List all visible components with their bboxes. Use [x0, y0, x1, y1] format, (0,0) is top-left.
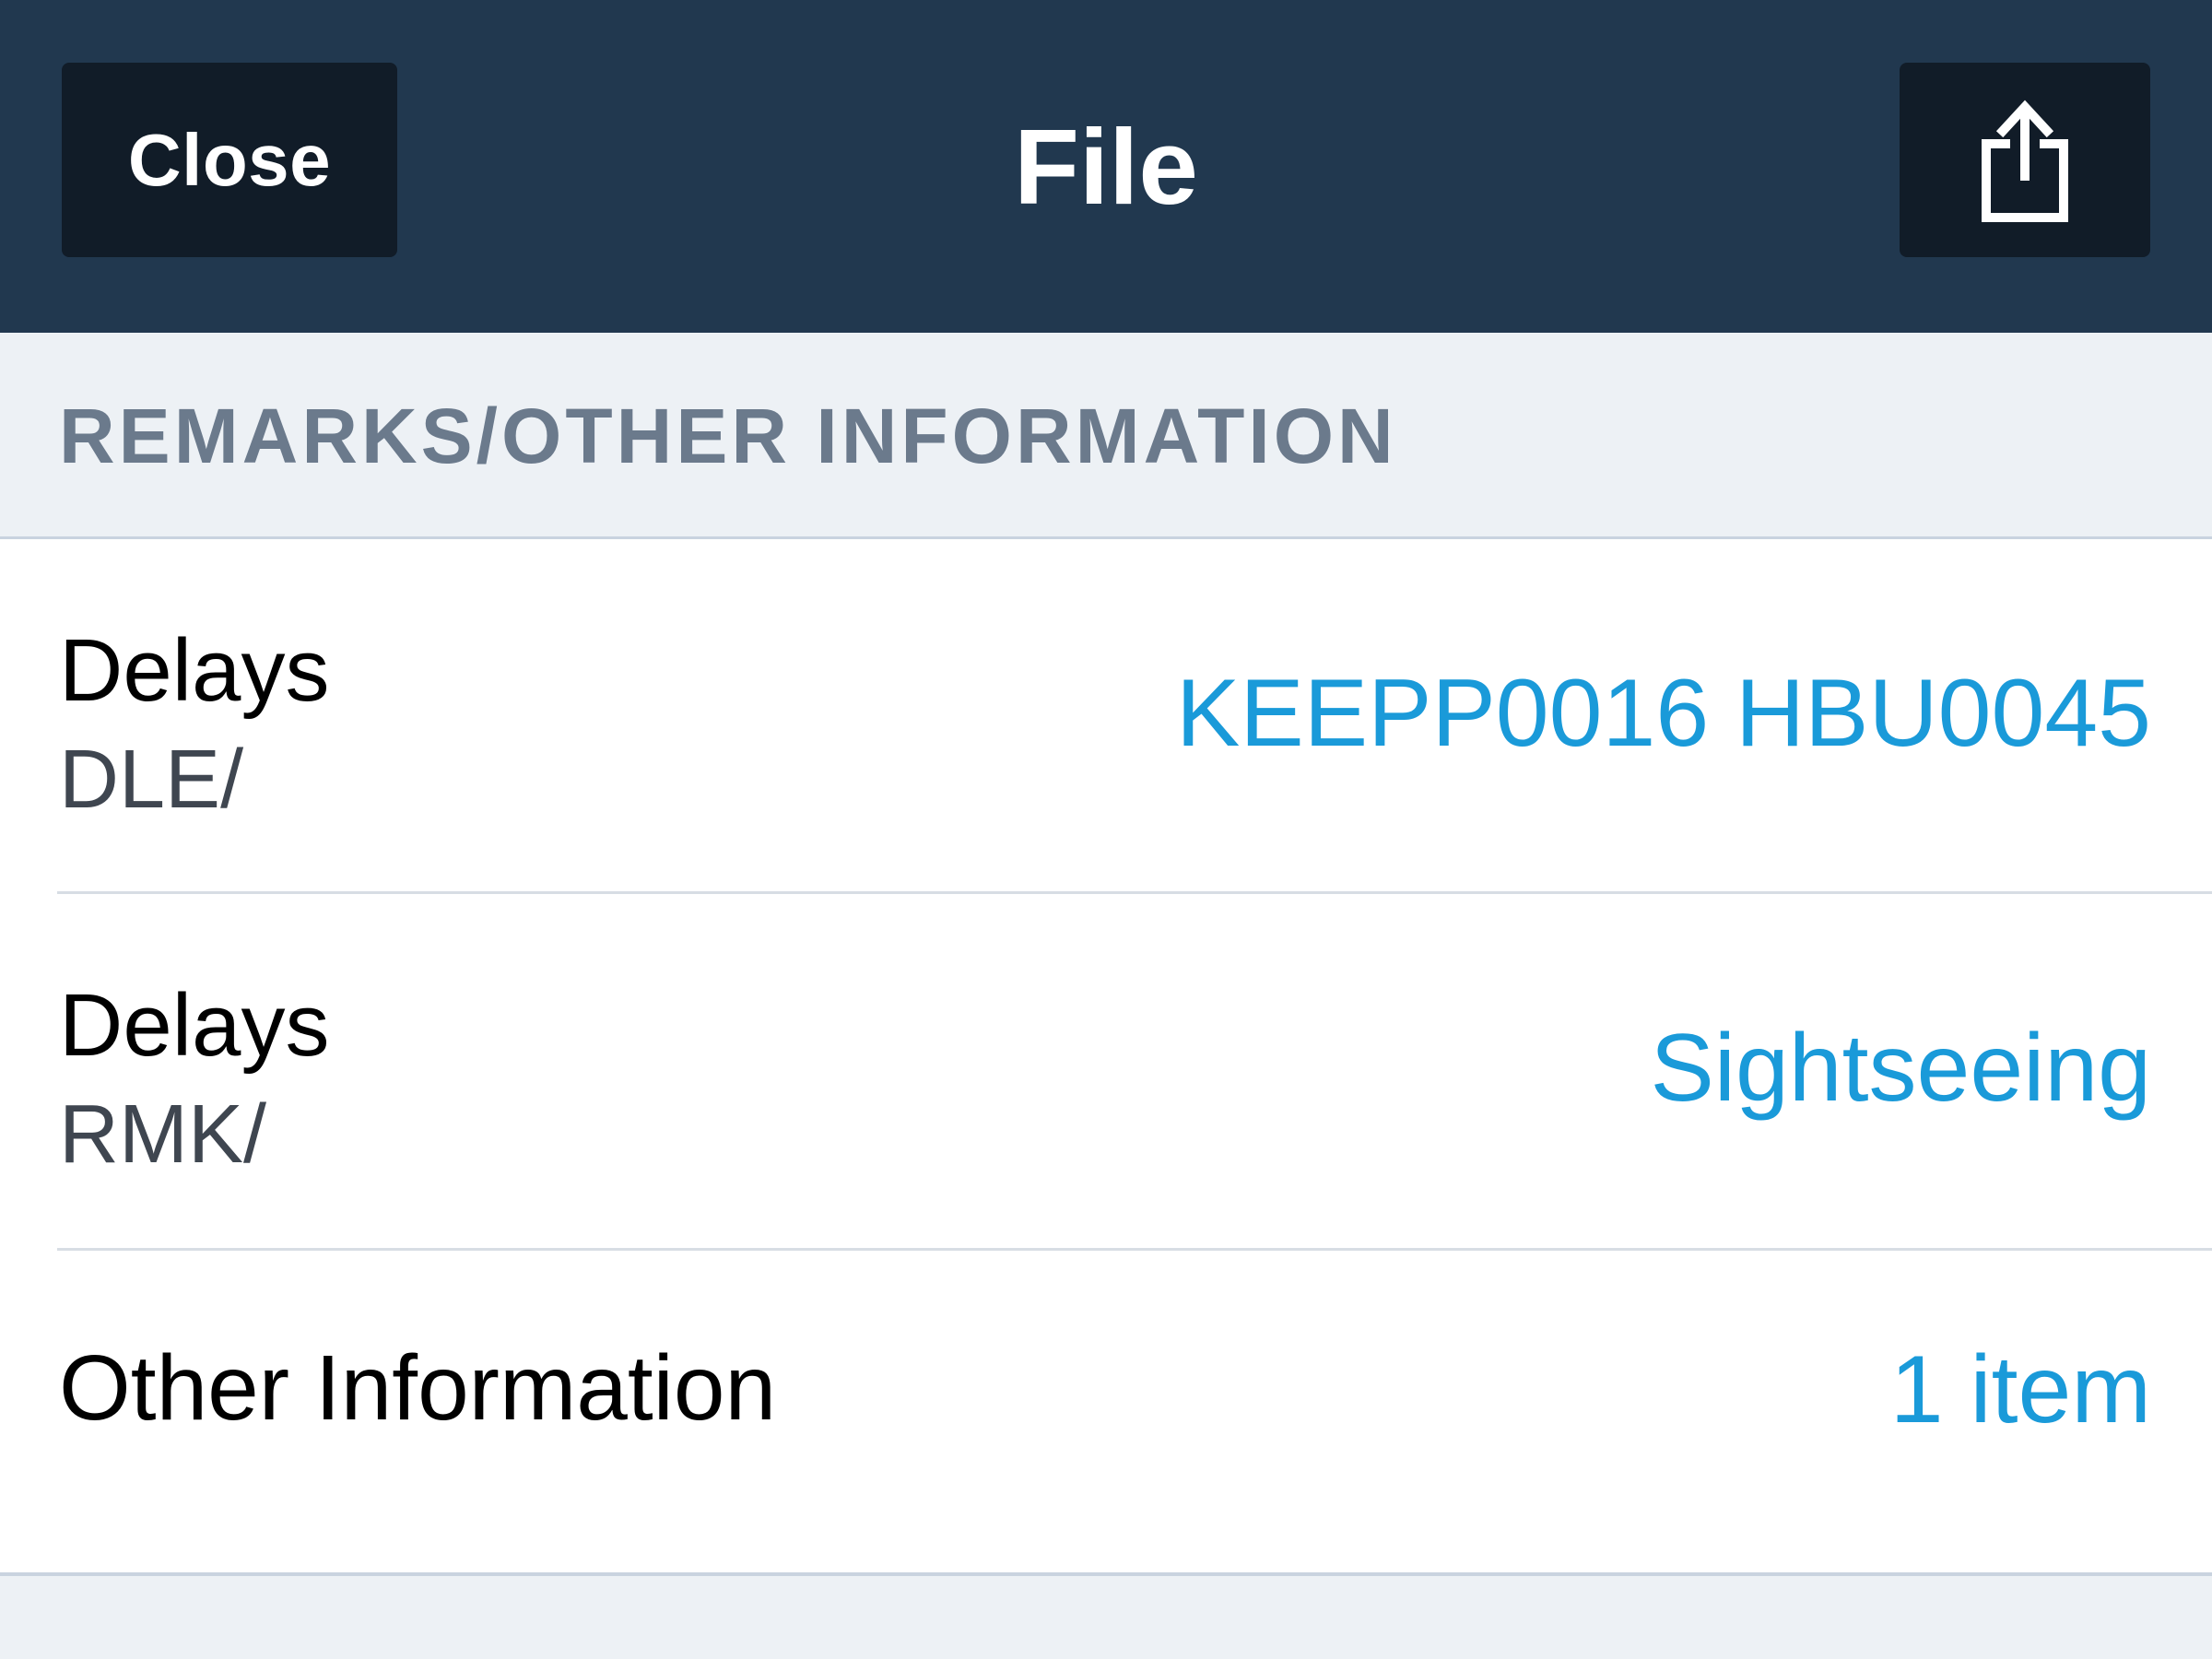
list-item-delays-dle[interactable]: Delays DLE/ KEEPP0016 HBU0045	[0, 539, 2212, 894]
row-subtitle: RMK/	[59, 1088, 266, 1181]
section-header-label: REMARKS/OTHER INFORMATION	[59, 392, 1397, 479]
list-item-other-information[interactable]: Other Information 1 item	[0, 1251, 2212, 1564]
bottom-background	[0, 1576, 2212, 1659]
remarks-list: Delays DLE/ KEEPP0016 HBU0045 Delays RMK…	[0, 539, 2212, 1576]
page-title: File	[1014, 106, 1198, 227]
section-header: REMARKS/OTHER INFORMATION	[0, 333, 2212, 539]
row-subtitle: DLE/	[59, 734, 244, 826]
row-title: Delays	[59, 976, 330, 1075]
row-value[interactable]: 1 item	[1890, 1335, 2151, 1445]
row-value[interactable]: Sightseeing	[1650, 1014, 2151, 1124]
close-button[interactable]: Close	[62, 63, 397, 257]
list-item-delays-rmk[interactable]: Delays RMK/ Sightseeing	[0, 894, 2212, 1251]
row-value[interactable]: KEEPP0016 HBU0045	[1176, 659, 2151, 769]
share-icon	[1982, 100, 2068, 222]
navigation-bar: Close File	[0, 0, 2212, 333]
row-title: Delays	[59, 621, 330, 720]
share-button[interactable]	[1900, 63, 2150, 257]
row-title: Other Information	[59, 1336, 777, 1440]
